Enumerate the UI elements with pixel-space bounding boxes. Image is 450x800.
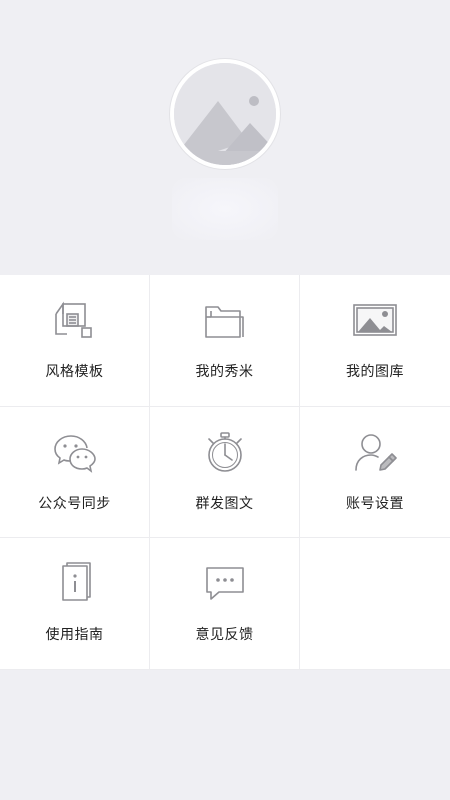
avatar-placeholder-icon (174, 63, 276, 165)
menu-item-label: 我的图库 (346, 364, 404, 380)
guide-book-icon (53, 561, 97, 605)
profile-screen: 风格模板 我的秀米 我的图库 公众号同步 群发图文 账号设置 使用指南 意见反馈 (0, 0, 450, 800)
template-style-icon (53, 298, 97, 342)
folder-icon (203, 298, 247, 342)
menu-grid: 风格模板 我的秀米 我的图库 公众号同步 群发图文 账号设置 使用指南 意见反馈 (0, 275, 450, 670)
menu-item-label: 群发图文 (195, 495, 254, 512)
menu-item-user-guide[interactable]: 使用指南 (0, 538, 150, 670)
menu-item-label: 使用指南 (45, 627, 104, 643)
menu-item-label: 我的秀米 (195, 364, 254, 380)
menu-item-account-settings[interactable]: 账号设置 (300, 406, 450, 538)
feedback-chat-icon (203, 561, 247, 605)
menu-item-label: 风格模板 (45, 364, 104, 380)
user-edit-icon (353, 430, 397, 474)
menu-item-label: 意见反馈 (195, 627, 254, 643)
profile-header (0, 0, 450, 275)
username-placeholder (172, 178, 278, 240)
avatar[interactable] (170, 59, 280, 169)
wechat-icon (53, 430, 97, 474)
menu-item-feedback[interactable]: 意见反馈 (150, 538, 300, 670)
stopwatch-icon (203, 430, 247, 474)
menu-item-my-gallery[interactable]: 我的图库 (300, 275, 450, 407)
menu-item-my-xiumi[interactable]: 我的秀米 (150, 275, 300, 407)
menu-empty-cell (300, 538, 450, 670)
menu-item-style-templates[interactable]: 风格模板 (0, 275, 150, 407)
menu-item-mass-send[interactable]: 群发图文 (150, 406, 300, 538)
menu-item-label: 账号设置 (346, 495, 404, 512)
menu-item-label: 公众号同步 (38, 495, 111, 512)
menu-item-wechat-sync[interactable]: 公众号同步 (0, 406, 150, 538)
image-gallery-icon (353, 298, 397, 342)
